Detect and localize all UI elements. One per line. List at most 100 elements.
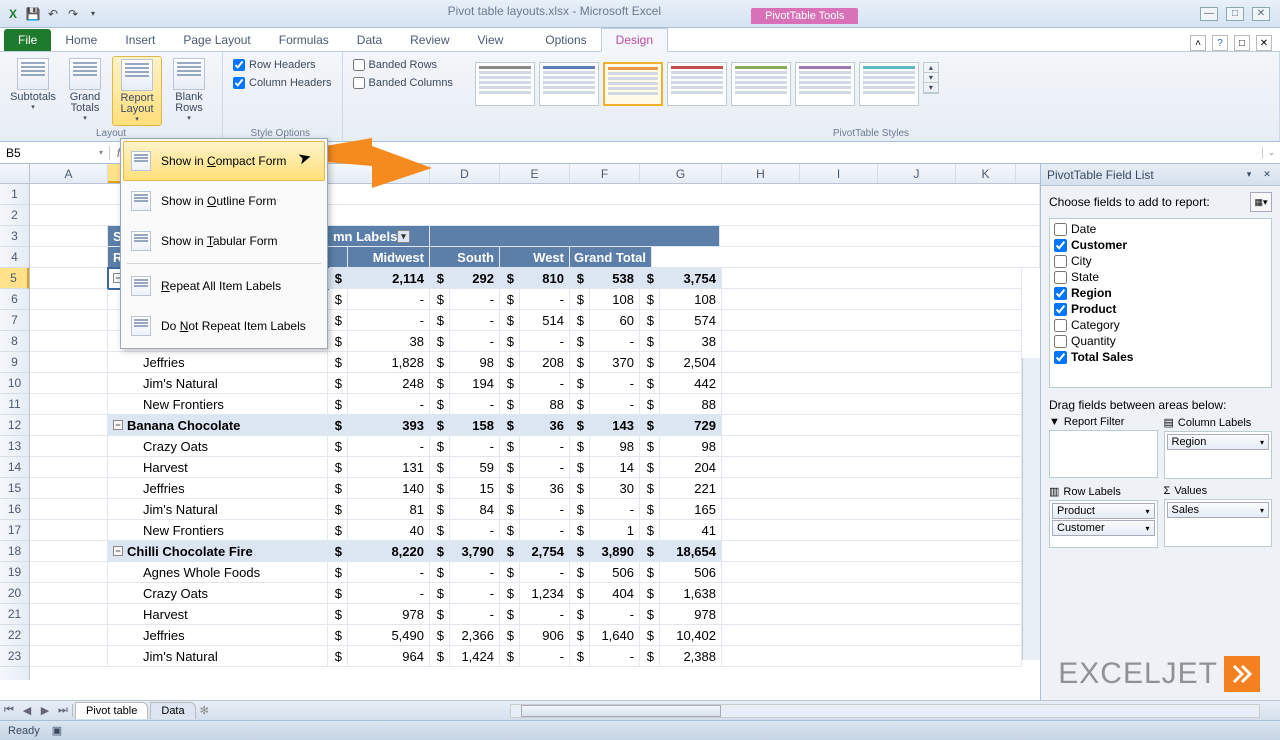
area-chip[interactable]: Region▾ [1167,434,1270,450]
cell[interactable]: 3,890 [590,541,640,562]
menu-compact-form[interactable]: Show in Compact Form [123,141,325,181]
row-headers-checkbox[interactable] [233,59,245,71]
minimize-button[interactable]: — [1200,7,1218,21]
cell[interactable]: $ [500,520,520,541]
area-report-filter[interactable]: ▼Report Filter [1049,416,1158,479]
row-header[interactable]: 12 [0,415,29,436]
new-sheet-icon[interactable]: ✻ [200,704,209,717]
cell[interactable]: $ [570,352,590,373]
cell[interactable]: New Frontiers [108,394,328,415]
cell[interactable]: Jim's Natural [108,373,328,394]
sheet-tab[interactable]: Data [150,702,195,719]
cell[interactable]: 36 [520,478,570,499]
cell[interactable]: $ [328,562,348,583]
cell[interactable] [722,373,1022,394]
cell[interactable]: - [450,310,500,331]
cell[interactable]: 98 [590,436,640,457]
area-values[interactable]: ΣValues Sales▾ [1164,485,1273,548]
cell[interactable]: $ [570,457,590,478]
cell[interactable]: $ [430,331,450,352]
row-header[interactable]: 17 [0,520,29,541]
cell[interactable]: - [520,373,570,394]
cell[interactable]: 2,504 [660,352,722,373]
cell[interactable]: 5,490 [348,625,430,646]
cell[interactable]: 30 [590,478,640,499]
cell[interactable]: 204 [660,457,722,478]
field-checkbox[interactable]: Product [1052,301,1269,317]
report-layout-button[interactable]: Report Layout▾ [112,56,162,126]
cell[interactable]: $ [570,310,590,331]
cell[interactable]: $ [430,541,450,562]
row-header[interactable]: 14 [0,457,29,478]
cell[interactable]: $ [328,331,348,352]
cell[interactable]: $ [430,604,450,625]
cell[interactable]: $ [640,604,660,625]
cell[interactable]: $ [570,436,590,457]
field-list-close-icon[interactable]: ✕ [1260,168,1274,182]
cell[interactable]: $ [430,289,450,310]
cell[interactable]: $ [430,352,450,373]
cell[interactable]: Harvest [108,604,328,625]
cell[interactable]: $ [500,331,520,352]
cell[interactable]: $ [500,646,520,667]
cell[interactable]: $ [570,394,590,415]
cell[interactable]: $ [640,373,660,394]
cell[interactable]: 370 [590,352,640,373]
cell[interactable]: - [520,331,570,352]
cell[interactable]: $ [328,394,348,415]
cell[interactable]: $ [570,268,590,289]
col-header[interactable]: E [500,164,570,183]
banded-columns-checkbox[interactable] [353,77,365,89]
cell[interactable] [30,415,108,436]
cell[interactable]: $ [570,604,590,625]
cell[interactable]: 978 [660,604,722,625]
cell[interactable] [30,394,108,415]
cell[interactable]: $ [328,373,348,394]
cell[interactable]: $ [328,583,348,604]
row-header[interactable]: 15 [0,478,29,499]
cell[interactable] [722,415,1022,436]
cell[interactable]: 514 [520,310,570,331]
cell[interactable]: 194 [450,373,500,394]
field-checkbox[interactable]: Total Sales [1052,349,1269,365]
cell[interactable] [720,226,1040,247]
field-checkbox[interactable]: Date [1052,221,1269,237]
cell[interactable] [30,625,108,646]
cell[interactable]: South [430,247,500,268]
field-checkbox[interactable]: Customer [1052,237,1269,253]
cell[interactable]: 1,424 [450,646,500,667]
cell[interactable] [722,289,1022,310]
menu-tabular-form[interactable]: Show in Tabular Form [123,221,325,261]
cell[interactable]: 1,638 [660,583,722,604]
cell[interactable]: - [520,499,570,520]
cell[interactable]: Grand Total [570,247,652,268]
tab-review[interactable]: Review [396,29,463,51]
cell[interactable]: Crazy Oats [108,583,328,604]
cell[interactable]: - [590,646,640,667]
cell[interactable]: Jeffries [108,478,328,499]
cell[interactable]: 978 [348,604,430,625]
cell[interactable]: $ [328,415,348,436]
cell[interactable]: Midwest [348,247,430,268]
cell[interactable]: 906 [520,625,570,646]
doc-close-icon[interactable]: ✕ [1256,35,1272,51]
cell[interactable]: - [450,520,500,541]
cell[interactable] [722,394,1022,415]
subtotals-button[interactable]: Subtotals▾ [8,56,58,126]
cell[interactable] [722,331,1022,352]
cell[interactable]: 292 [450,268,500,289]
cell[interactable]: 60 [590,310,640,331]
cell[interactable]: $ [430,583,450,604]
cell[interactable]: West [500,247,570,268]
cell[interactable]: - [348,436,430,457]
menu-no-repeat-labels[interactable]: Do Not Repeat Item Labels [123,306,325,346]
cell[interactable]: 810 [520,268,570,289]
grand-totals-button[interactable]: Grand Totals▾ [60,56,110,126]
style-thumb[interactable] [859,62,919,106]
cell[interactable]: $ [328,352,348,373]
tab-design[interactable]: Design [601,28,668,52]
cell[interactable]: - [590,331,640,352]
cell[interactable]: $ [430,268,450,289]
tab-file[interactable]: File [4,29,51,51]
cell[interactable]: $ [640,583,660,604]
